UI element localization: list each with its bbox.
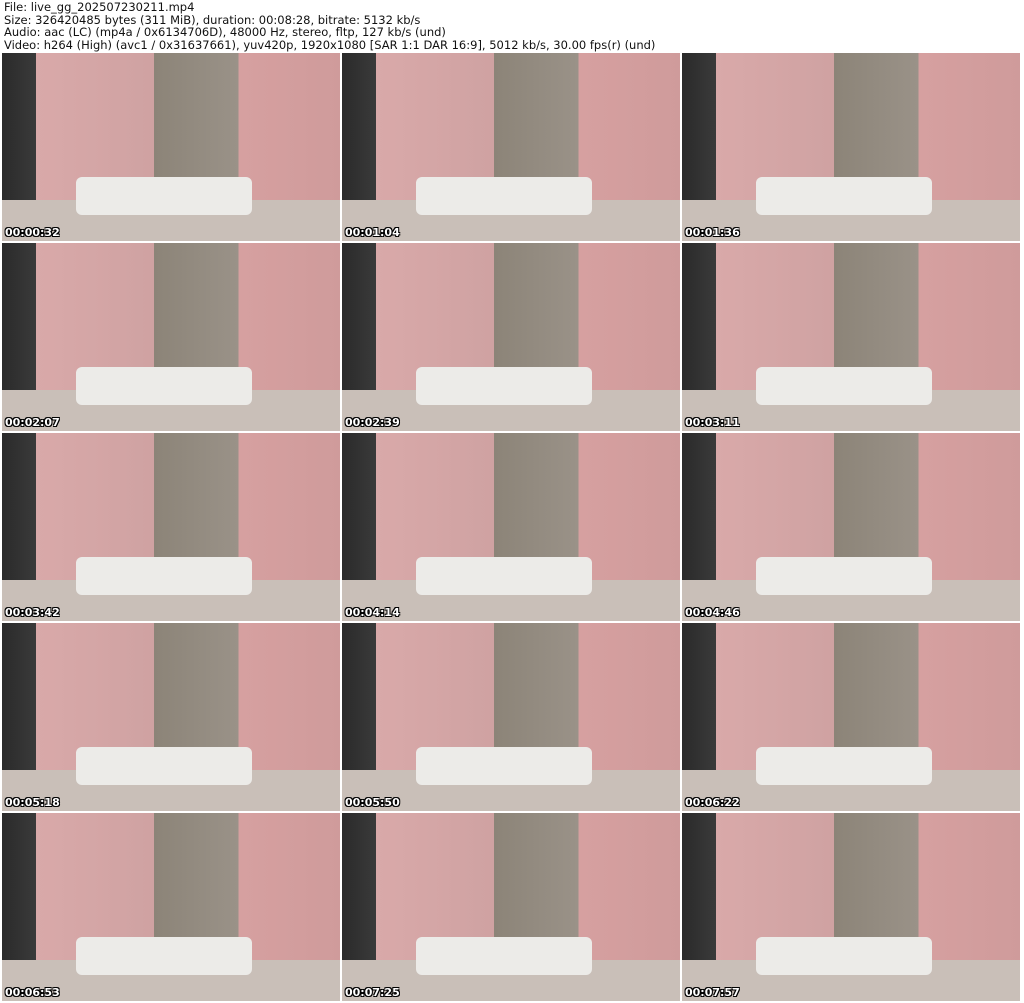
video-thumbnail: 00:03:42 (2, 433, 340, 621)
video-thumbnail: 00:01:36 (682, 53, 1020, 241)
thumbnail-timestamp: 00:07:57 (685, 986, 740, 999)
video-thumbnail: 00:04:14 (342, 433, 680, 621)
thumbnail-timestamp: 00:02:07 (5, 416, 60, 429)
video-thumbnail: 00:05:50 (342, 623, 680, 811)
thumbnail-timestamp: 00:00:32 (5, 226, 60, 239)
thumbnail-timestamp: 00:05:18 (5, 796, 60, 809)
video-thumbnail: 00:04:46 (682, 433, 1020, 621)
file-info-header: File: live_gg_202507230211.mp4 Size: 3264… (4, 1, 655, 51)
video-thumbnail: 00:03:11 (682, 243, 1020, 431)
thumbnail-timestamp: 00:04:14 (345, 606, 400, 619)
thumbnail-grid: 00:00:32 00:01:04 00:01:36 00:02:07 00:02:39… (2, 53, 1020, 1001)
thumbnail-sofa (756, 367, 933, 405)
thumbnail-timestamp: 00:06:22 (685, 796, 740, 809)
thumbnail-sofa (756, 937, 933, 975)
video-thumbnail: 00:02:39 (342, 243, 680, 431)
thumbnail-timestamp: 00:07:25 (345, 986, 400, 999)
thumbnail-sofa (756, 747, 933, 785)
thumbnail-sofa (416, 557, 593, 595)
thumbnail-timestamp: 00:06:53 (5, 986, 60, 999)
thumbnail-sofa (76, 177, 253, 215)
file-name: File: live_gg_202507230211.mp4 (4, 0, 195, 14)
thumbnail-timestamp: 00:05:50 (345, 796, 400, 809)
thumbnail-sofa (756, 557, 933, 595)
video-thumbnail: 00:06:53 (2, 813, 340, 1001)
thumbnail-timestamp: 00:01:36 (685, 226, 740, 239)
video-thumbnail: 00:07:25 (342, 813, 680, 1001)
thumbnail-timestamp: 00:03:42 (5, 606, 60, 619)
thumbnail-sofa (756, 177, 933, 215)
thumbnail-sofa (416, 937, 593, 975)
video-thumbnail: 00:02:07 (2, 243, 340, 431)
thumbnail-sofa (76, 747, 253, 785)
audio-info: Audio: aac (LC) (mp4a / 0x6134706D), 480… (4, 25, 446, 39)
video-info: Video: h264 (High) (avc1 / 0x31637661), … (4, 37, 656, 52)
video-thumbnail: 00:01:04 (342, 53, 680, 241)
thumbnail-sofa (76, 937, 253, 975)
thumbnail-timestamp: 00:04:46 (685, 606, 740, 619)
thumbnail-sofa (416, 747, 593, 785)
video-thumbnail: 00:06:22 (682, 623, 1020, 811)
thumbnail-sofa (416, 177, 593, 215)
thumbnail-timestamp: 00:03:11 (685, 416, 740, 429)
video-thumbnail: 00:00:32 (2, 53, 340, 241)
video-thumbnail: 00:07:57 (682, 813, 1020, 1001)
thumbnail-sofa (76, 557, 253, 595)
thumbnail-sofa (416, 367, 593, 405)
video-thumbnail: 00:05:18 (2, 623, 340, 811)
thumbnail-sofa (76, 367, 253, 405)
thumbnail-timestamp: 00:02:39 (345, 416, 400, 429)
thumbnail-timestamp: 00:01:04 (345, 226, 400, 239)
